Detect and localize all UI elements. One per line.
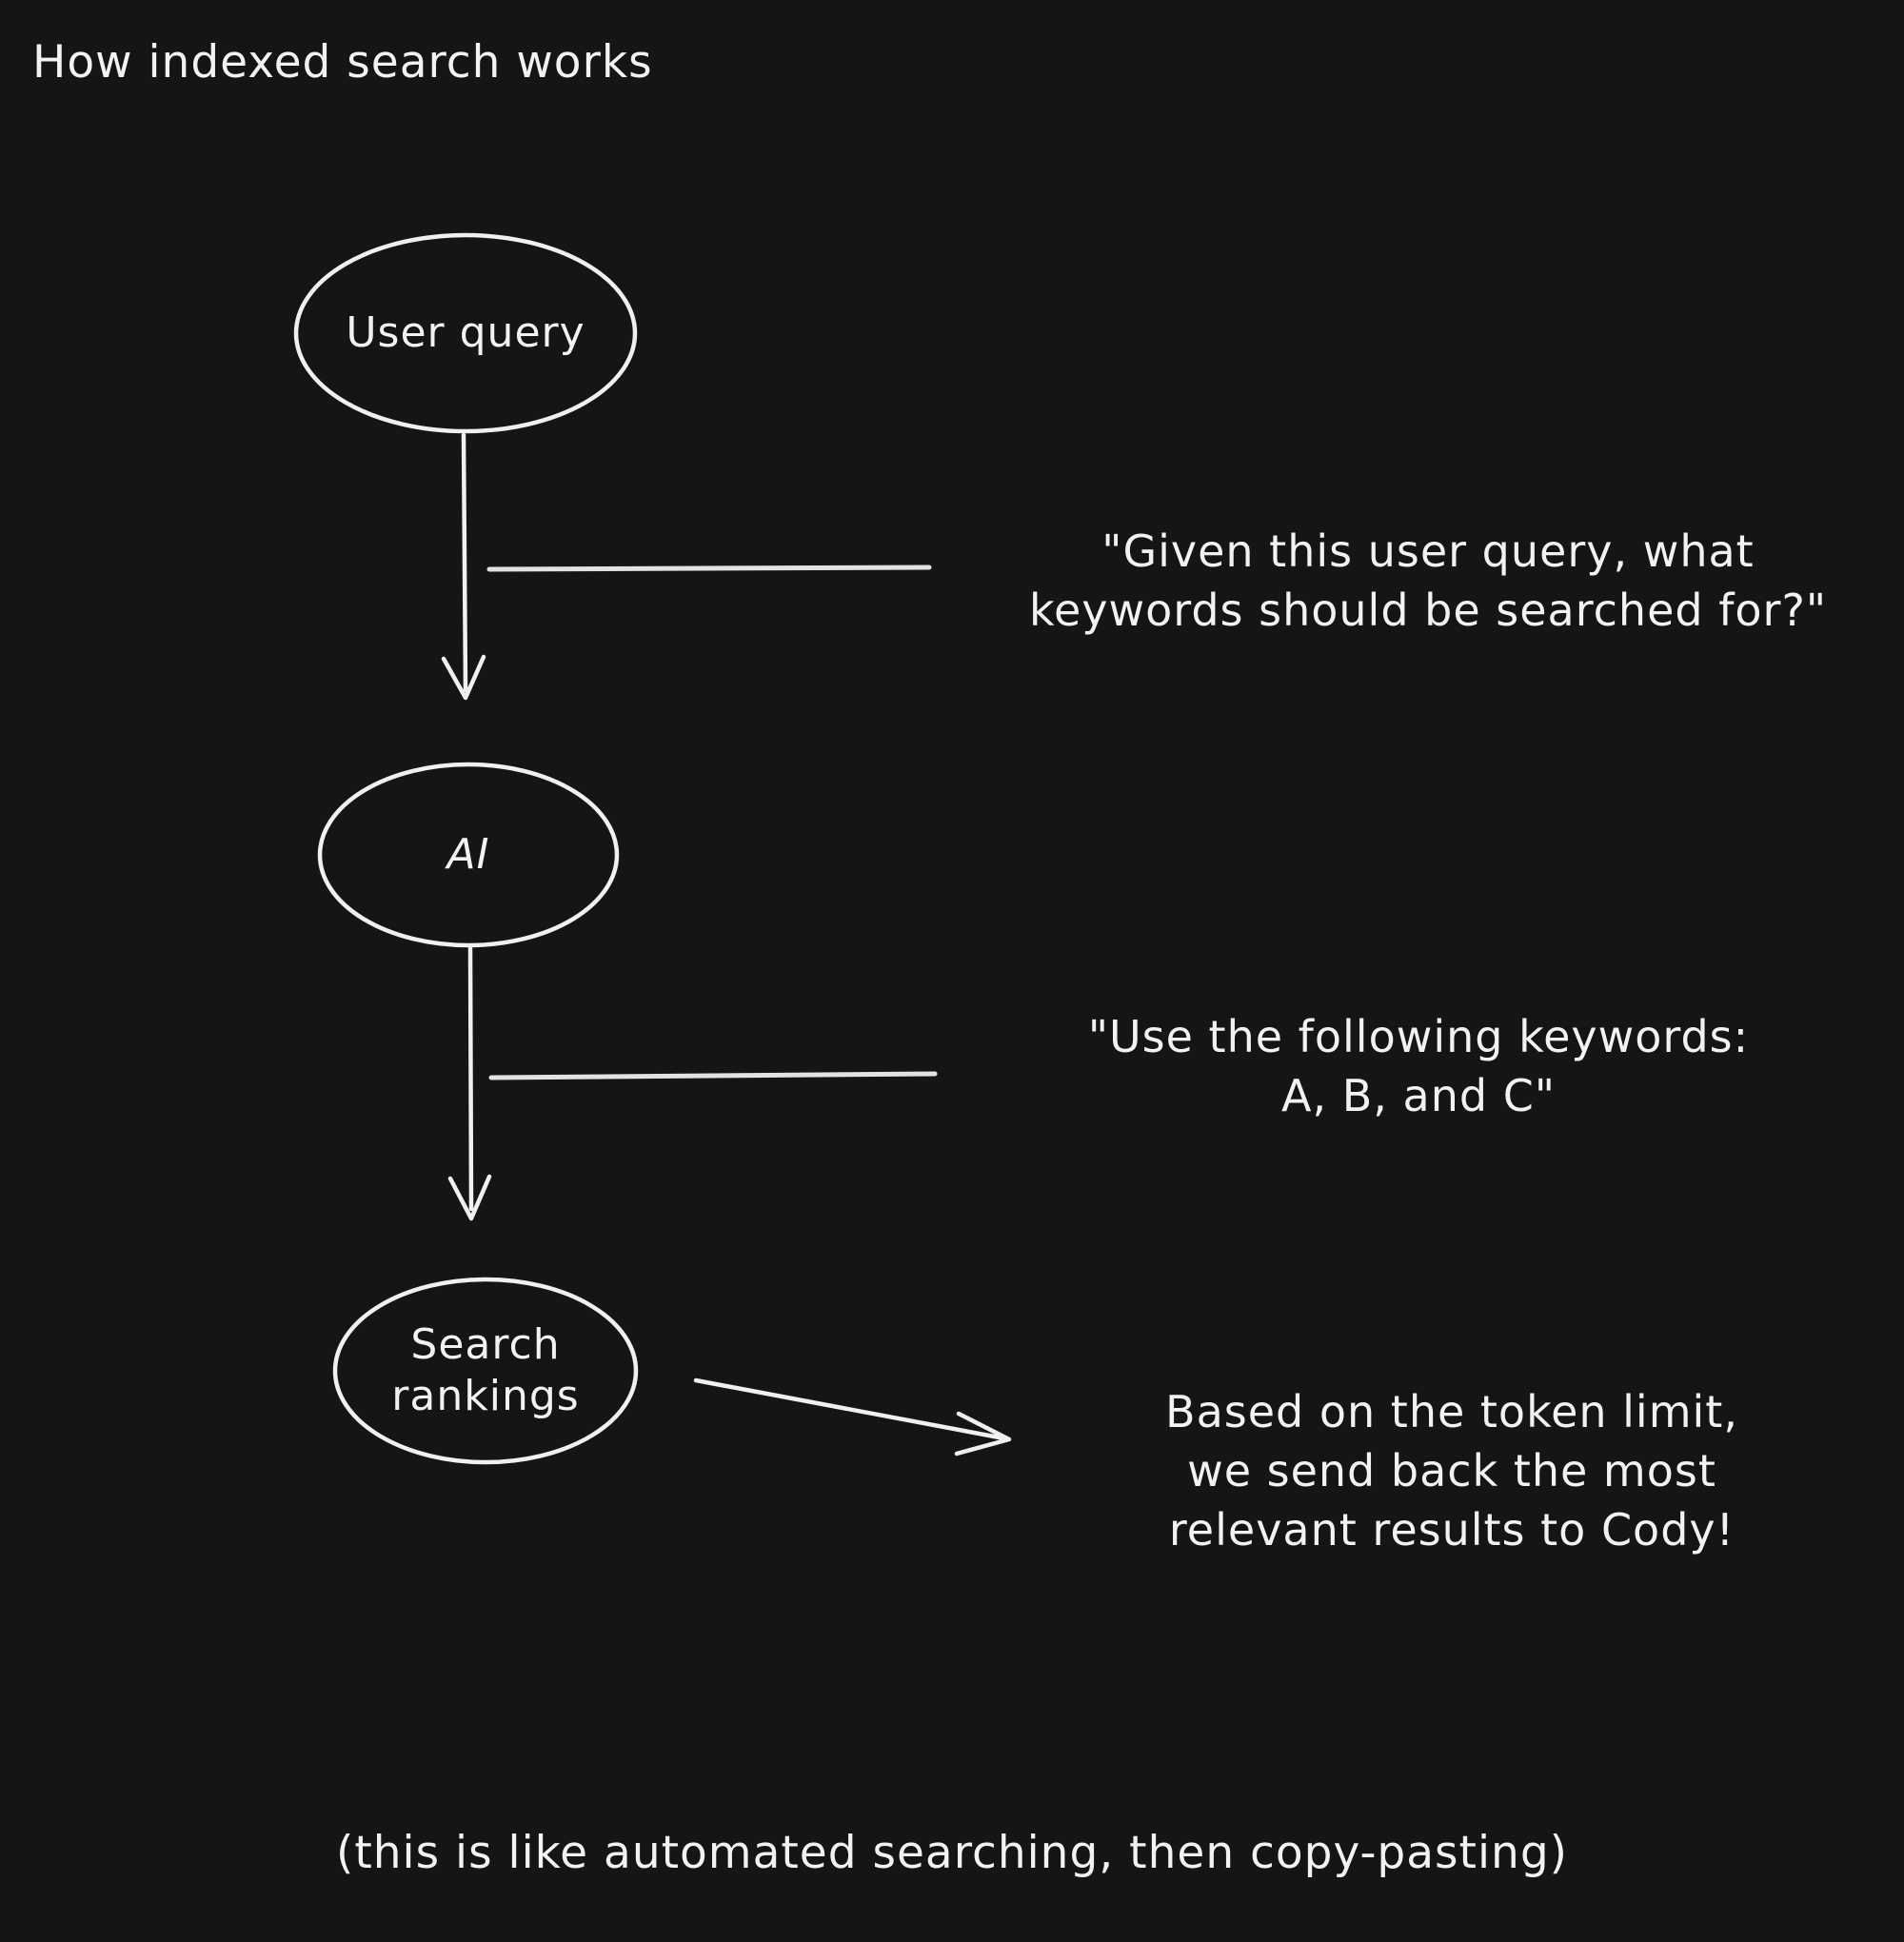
node-label-user-query: User query: [346, 308, 585, 357]
node-label-ai: AI: [446, 830, 490, 879]
annotation-keywords-answer: "Use the following keywords: A, B, and C…: [1087, 1011, 1750, 1121]
edge-search-rankings-to-note: [693, 1377, 1012, 1456]
leader-line-keywords-question: [486, 565, 932, 572]
edge-ai-to-search-rankings: [447, 945, 492, 1221]
footer-caption: (this is like automated searching, then …: [335, 1827, 1568, 1879]
edge-user-query-to-ai: [441, 432, 486, 701]
diagram-canvas: How indexed search works User query AI S…: [0, 0, 1904, 1942]
diagram-vector-layer: [293, 232, 1012, 1465]
annotation-keywords-question: "Given this user query, what keywords sh…: [1028, 525, 1828, 636]
leader-line-keywords-answer: [488, 1071, 938, 1080]
annotation-token-limit: Based on the token limit, we send back t…: [1165, 1386, 1738, 1556]
node-label-search-rankings: Search rankings: [391, 1320, 580, 1420]
